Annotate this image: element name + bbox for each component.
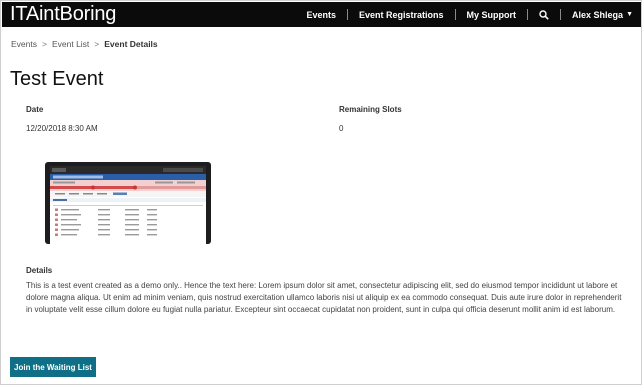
nav-my-support[interactable]: My Support bbox=[456, 2, 528, 27]
nav-event-registrations[interactable]: Event Registrations bbox=[348, 2, 455, 27]
nav-events[interactable]: Events bbox=[295, 2, 347, 27]
top-navigation-bar: ITAintBoring Events Event Registrations … bbox=[2, 2, 641, 27]
brand-logo[interactable]: ITAintBoring bbox=[10, 3, 116, 26]
breadcrumb: Events > Event List > Event Details bbox=[11, 39, 158, 49]
details-label: Details bbox=[26, 266, 53, 275]
breadcrumb-separator: > bbox=[42, 39, 47, 49]
breadcrumb-events[interactable]: Events bbox=[11, 39, 37, 49]
date-label: Date bbox=[26, 105, 44, 114]
page-title: Test Event bbox=[10, 68, 104, 90]
main-nav: Events Event Registrations My Support Al… bbox=[295, 2, 641, 27]
breadcrumb-separator: > bbox=[94, 39, 100, 49]
date-value: 12/20/2018 8:30 AM bbox=[26, 124, 98, 133]
breadcrumb-event-list[interactable]: Event List bbox=[52, 39, 89, 49]
caret-down-icon: ▼ bbox=[626, 11, 633, 18]
join-waiting-list-button[interactable]: Join the Waiting List bbox=[10, 357, 96, 377]
page-frame: ITAintBoring Events Event Registrations … bbox=[0, 0, 642, 385]
user-menu[interactable]: Alex Shlega ▼ bbox=[561, 2, 641, 27]
details-text: This is a test event created as a demo o… bbox=[26, 281, 622, 314]
remaining-slots-value: 0 bbox=[339, 124, 344, 133]
search-icon[interactable] bbox=[528, 2, 560, 27]
remaining-slots-label: Remaining Slots bbox=[339, 105, 402, 114]
user-name: Alex Shlega bbox=[572, 9, 624, 20]
breadcrumb-event-details: Event Details bbox=[104, 39, 158, 49]
event-image bbox=[43, 158, 223, 244]
